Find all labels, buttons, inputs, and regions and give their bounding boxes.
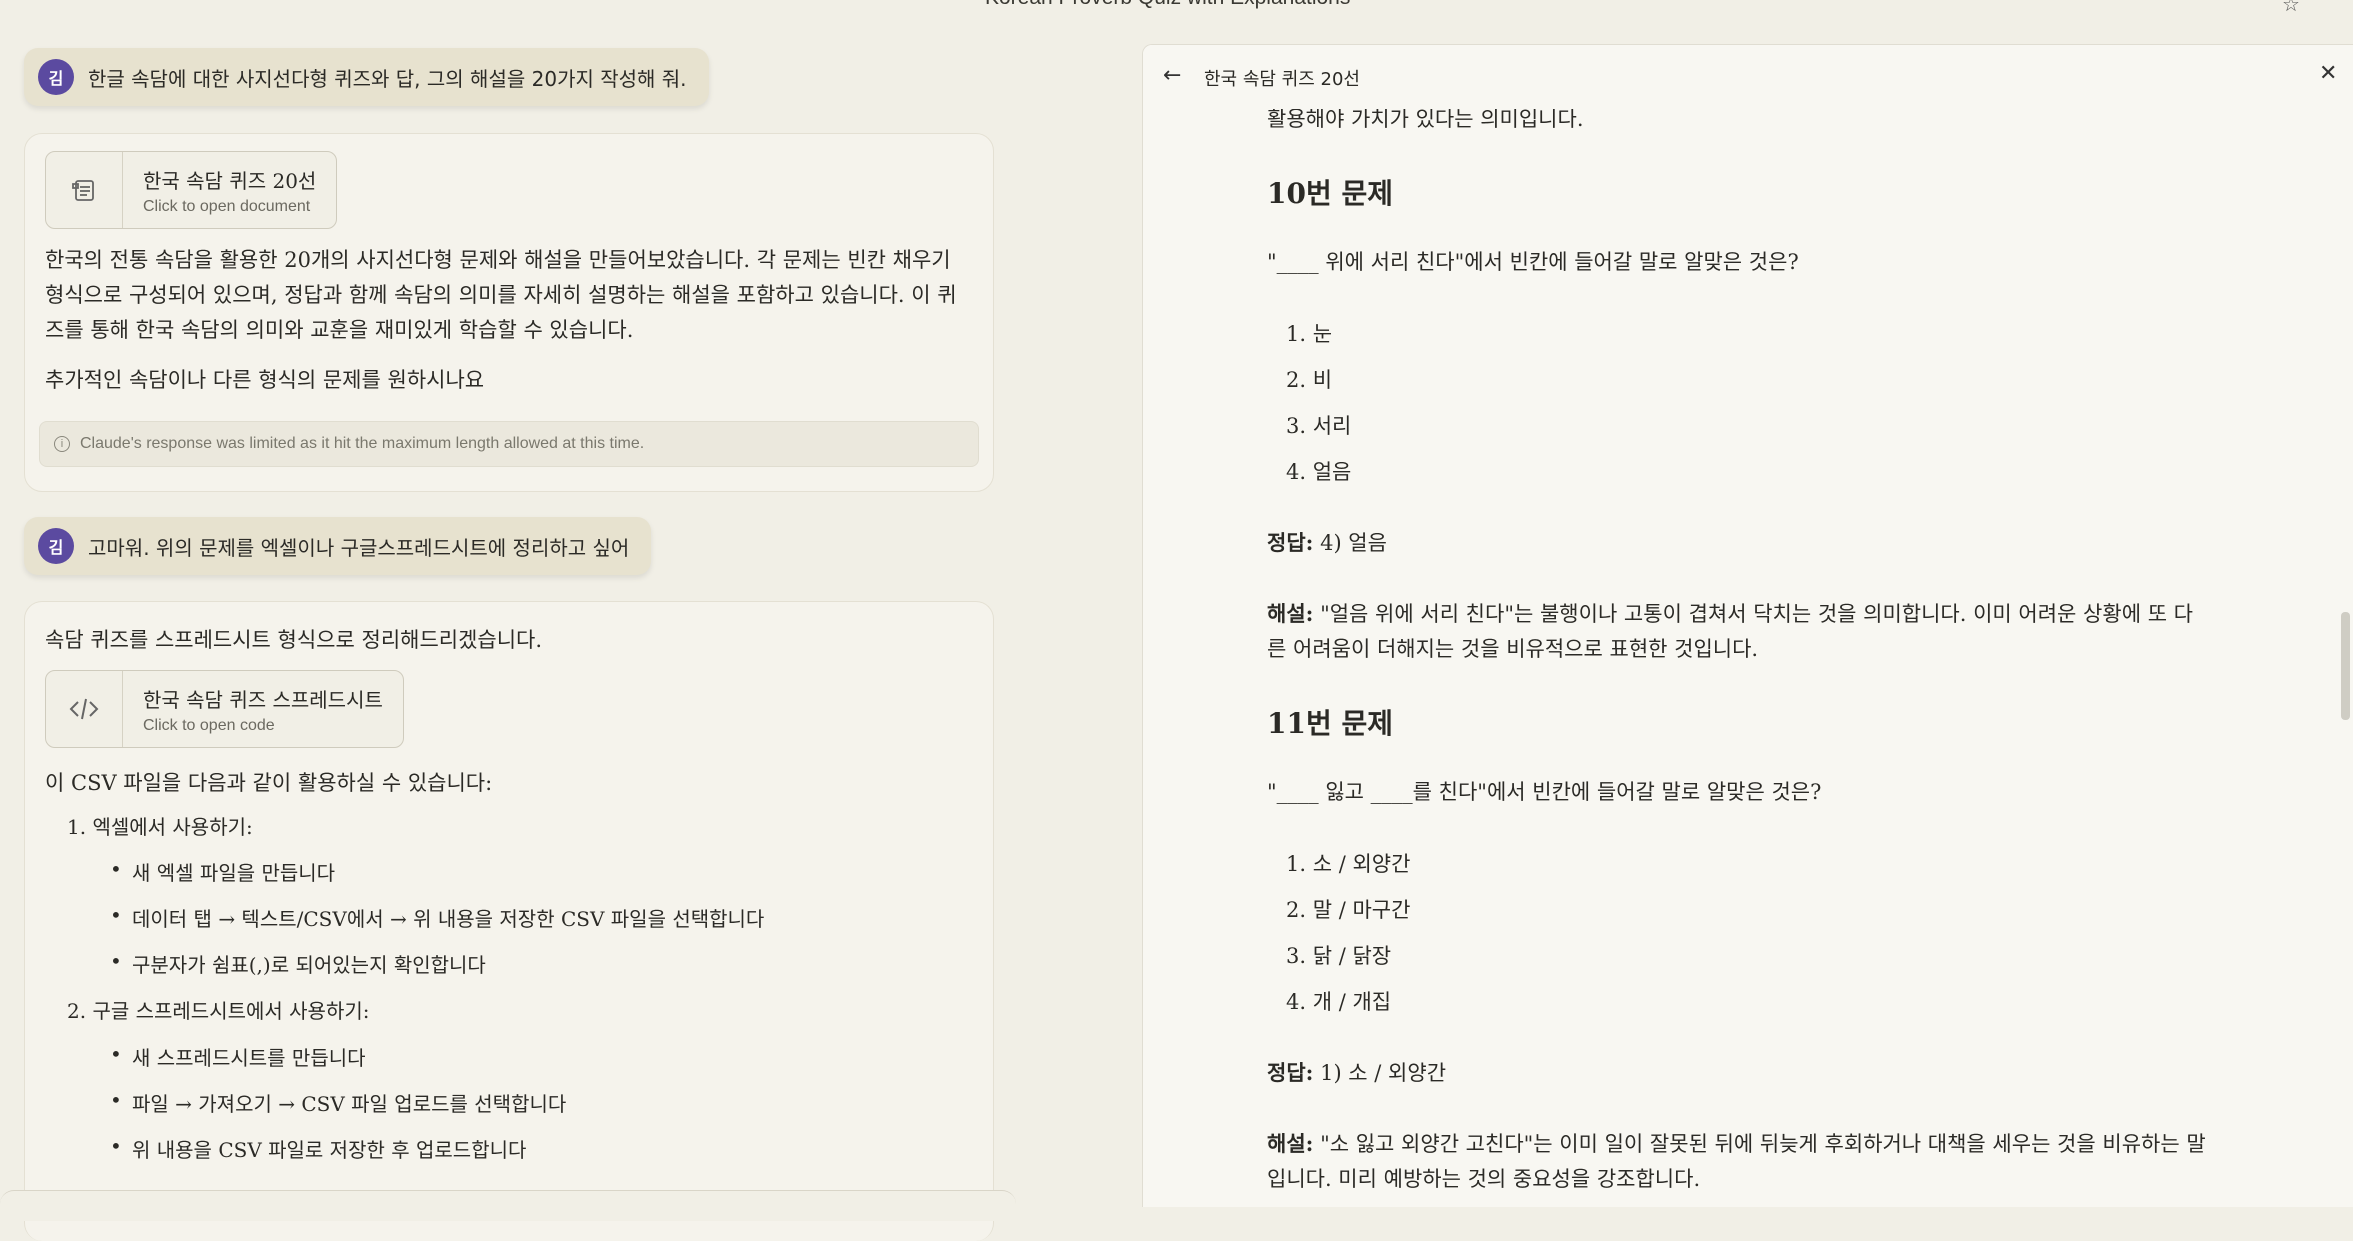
document-viewer-panel: 활용해야 가치가 있다는 의미입니다. 10번 문제 "____ 위에 서리 친… xyxy=(1142,44,2353,1207)
document-title: 한국 속담 퀴즈 20선 xyxy=(1204,69,1360,90)
user-message: 김 고마워. 위의 문제를 엑셀이나 구글스프레드시트에 정리하고 싶어 xyxy=(24,517,652,575)
user-message-text: 고마워. 위의 문제를 엑셀이나 구글스프레드시트에 정리하고 싶어 xyxy=(88,535,630,560)
option-item: 4. 얼음 xyxy=(1286,460,1352,484)
document-content: 활용해야 가치가 있다는 의미입니다. 10번 문제 "____ 위에 서리 친… xyxy=(1143,45,2353,1207)
option-item: 3. 서리 xyxy=(1286,414,1352,438)
scroll-document-icon xyxy=(46,152,123,228)
answer-value: 1) 소 / 외양간 xyxy=(1313,1061,1447,1085)
option-item: 1. 소 / 외양간 xyxy=(1286,852,1411,876)
answer-line: 정답: 4) 얼음 xyxy=(1267,527,1387,557)
chat-thread: 김 한글 속담에 대한 사지선다형 퀴즈와 답, 그의 해설을 20가지 작성해… xyxy=(0,0,1016,1241)
answer-value: 4) 얼음 xyxy=(1313,531,1387,555)
assistant-message: 한국 속담 퀴즈 20선 Click to open document 한국의 … xyxy=(24,133,994,492)
explanation-label: 해설: xyxy=(1267,1131,1314,1156)
list-item: 1. 엑셀에서 사용하기: xyxy=(67,815,253,839)
length-limit-notice: i Claude's response was limited as it hi… xyxy=(39,421,979,467)
list-item: 파일 → 가져오기 → CSV 파일 업로드를 선택합니다 xyxy=(110,1088,566,1117)
artifact-subtitle: Click to open document xyxy=(143,197,311,215)
explanation-text: "소 잃고 외양간 고친다"는 이미 일이 잘못된 뒤에 뒤늦게 후회하거나 대… xyxy=(1267,1132,2206,1191)
code-artifact-card[interactable]: 한국 속담 퀴즈 스프레드시트 Click to open code xyxy=(45,670,404,748)
user-avatar: 김 xyxy=(38,59,74,95)
answer-label: 정답: xyxy=(1267,530,1314,555)
assistant-paragraph: 한국의 전통 속담을 활용한 20개의 사지선다형 문제와 해설을 만들어보았습… xyxy=(45,248,957,342)
answer-line: 정답: 1) 소 / 외양간 xyxy=(1267,1057,1446,1087)
scrollbar-thumb[interactable] xyxy=(2341,612,2350,720)
answer-label: 정답: xyxy=(1267,1060,1314,1085)
info-icon: i xyxy=(54,436,70,452)
document-artifact-card[interactable]: 한국 속담 퀴즈 20선 Click to open document xyxy=(45,151,338,229)
explanation-label: 해설: xyxy=(1267,601,1314,626)
document-header: ← 한국 속담 퀴즈 20선 ✕ xyxy=(1143,45,2353,109)
star-icon[interactable]: ☆ xyxy=(2282,0,2300,14)
question-text: "____ 위에 서리 친다"에서 빈칸에 들어갈 말로 알맞은 것은? xyxy=(1267,250,1799,274)
question-text: "____ 잃고 ____를 친다"에서 빈칸에 들어갈 말로 알맞은 것은? xyxy=(1267,780,1822,804)
option-item: 1. 눈 xyxy=(1286,322,1333,346)
list-item: 새 스프레드시트를 만듭니다 xyxy=(110,1042,365,1071)
explanation: 해설: "소 잃고 외양간 고친다"는 이미 일이 잘못된 뒤에 뒤늦게 후회하… xyxy=(1267,1126,2207,1197)
list-item: 2. 구글 스프레드시트에서 사용하기: xyxy=(67,999,370,1023)
option-item: 2. 말 / 마구간 xyxy=(1286,898,1411,922)
list-item: 데이터 탭 → 텍스트/CSV에서 → 위 내용을 저장한 CSV 파일을 선택… xyxy=(110,903,764,932)
option-item: 2. 비 xyxy=(1286,368,1333,392)
user-message-text: 한글 속담에 대한 사지선다형 퀴즈와 답, 그의 해설을 20가지 작성해 줘… xyxy=(88,66,687,91)
artifact-title: 한국 속담 퀴즈 스프레드시트 xyxy=(143,687,383,712)
artifact-subtitle: Click to open code xyxy=(143,716,275,734)
list-item: 구분자가 쉼표(,)로 되어있는지 확인합니다 xyxy=(110,949,486,978)
list-item: 위 내용을 CSV 파일로 저장한 후 업로드합니다 xyxy=(110,1134,526,1163)
artifact-title: 한국 속담 퀴즈 20선 xyxy=(143,168,317,193)
window-title: Korean Proverb Quiz with Explanations xyxy=(985,0,1350,10)
usage-intro: 이 CSV 파일을 다음과 같이 활용하실 수 있습니다: xyxy=(45,771,493,795)
notice-text: Claude's response was limited as it hit … xyxy=(80,435,645,452)
assistant-message: 속담 퀴즈를 스프레드시트 형식으로 정리해드리겠습니다. 한국 속담 퀴즈 스… xyxy=(24,601,994,1241)
question-heading: 10번 문제 xyxy=(1267,177,1393,210)
question-heading: 11번 문제 xyxy=(1267,707,1393,740)
option-item: 3. 닭 / 닭장 xyxy=(1286,944,1392,968)
list-item: 새 엑셀 파일을 만듭니다 xyxy=(110,857,335,886)
assistant-intro: 속담 퀴즈를 스프레드시트 형식으로 정리해드리겠습니다. xyxy=(45,628,543,652)
close-icon[interactable]: ✕ xyxy=(2319,61,2337,86)
option-item: 4. 개 / 개집 xyxy=(1286,990,1392,1014)
back-arrow-icon[interactable]: ← xyxy=(1163,63,1181,88)
explanation: 해설: "얼음 위에 서리 친다"는 불행이나 고통이 겹쳐서 닥치는 것을 의… xyxy=(1267,596,2207,667)
code-icon xyxy=(46,671,123,747)
explanation-text: "얼음 위에 서리 친다"는 불행이나 고통이 겹쳐서 닥치는 것을 의미합니다… xyxy=(1267,602,2194,661)
user-avatar: 김 xyxy=(38,528,74,564)
assistant-paragraph: 추가적인 속담이나 다른 형식의 문제를 원하시나요 xyxy=(45,368,485,392)
user-message: 김 한글 속담에 대한 사지선다형 퀴즈와 답, 그의 해설을 20가지 작성해… xyxy=(24,48,709,106)
